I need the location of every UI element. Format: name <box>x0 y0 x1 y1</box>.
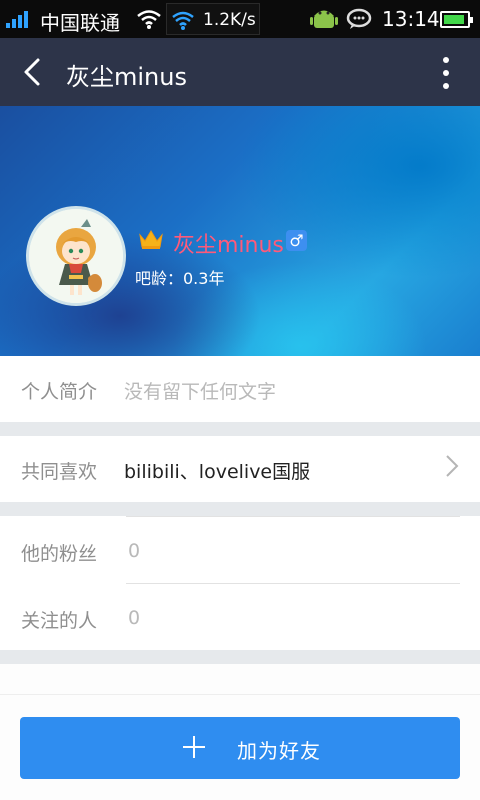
status-bar: 中国联通 1.2K/s 13:14 <box>0 0 480 38</box>
male-gender-icon: ♂ <box>286 230 307 251</box>
common-likes-value: bilibili、lovelive国服 <box>124 461 311 483</box>
username: 灰尘minus <box>173 233 284 258</box>
fans-label: 他的粉丝 <box>21 543 98 565</box>
page-title: 灰尘minus <box>66 63 187 91</box>
intro-row: 个人简介 没有留下任何文字 <box>0 356 480 422</box>
net-speed-text: 1.2K/s <box>203 10 256 30</box>
profile-banner: 灰尘minus ♂ 吧龄：0.3年 <box>0 106 480 356</box>
battery-icon <box>440 11 473 28</box>
add-friend-label: 加为好友 <box>237 739 321 763</box>
network-speed-indicator: 1.2K/s <box>166 3 260 35</box>
section-divider <box>0 502 480 516</box>
bar-age: 吧龄：0.3年 <box>135 269 225 288</box>
following-row[interactable]: 关注的人 0 <box>0 584 480 650</box>
back-icon[interactable] <box>14 52 54 92</box>
wifi-icon <box>137 10 161 29</box>
common-likes-label: 共同喜欢 <box>21 461 98 483</box>
intro-label: 个人简介 <box>21 381 98 403</box>
fans-count: 0 <box>128 540 141 562</box>
following-label: 关注的人 <box>21 610 98 632</box>
chevron-right-icon <box>446 455 459 477</box>
section-divider <box>0 422 480 436</box>
bottom-line <box>0 694 480 695</box>
clock: 13:14 <box>382 7 440 31</box>
fans-row[interactable]: 他的粉丝 0 <box>0 516 480 583</box>
wifi-data-icon <box>172 11 194 30</box>
section-divider <box>0 650 480 664</box>
android-icon <box>310 10 338 28</box>
fans-following-section: 他的粉丝 0 关注的人 0 <box>0 516 480 650</box>
crown-icon <box>139 230 163 249</box>
common-likes-row[interactable]: 共同喜欢 bilibili、lovelive国服 <box>0 436 480 502</box>
avatar[interactable] <box>26 206 126 306</box>
chat-icon <box>346 8 372 29</box>
app-header: 灰尘minus <box>0 38 480 106</box>
add-friend-button[interactable]: 加为好友 <box>20 717 460 779</box>
following-count: 0 <box>128 607 141 629</box>
plus-icon <box>183 736 205 758</box>
intro-value: 没有留下任何文字 <box>124 381 277 403</box>
more-menu-icon[interactable] <box>432 54 460 94</box>
signal-icon <box>6 10 28 28</box>
avatar-image <box>29 209 123 303</box>
carrier-label: 中国联通 <box>40 11 120 35</box>
